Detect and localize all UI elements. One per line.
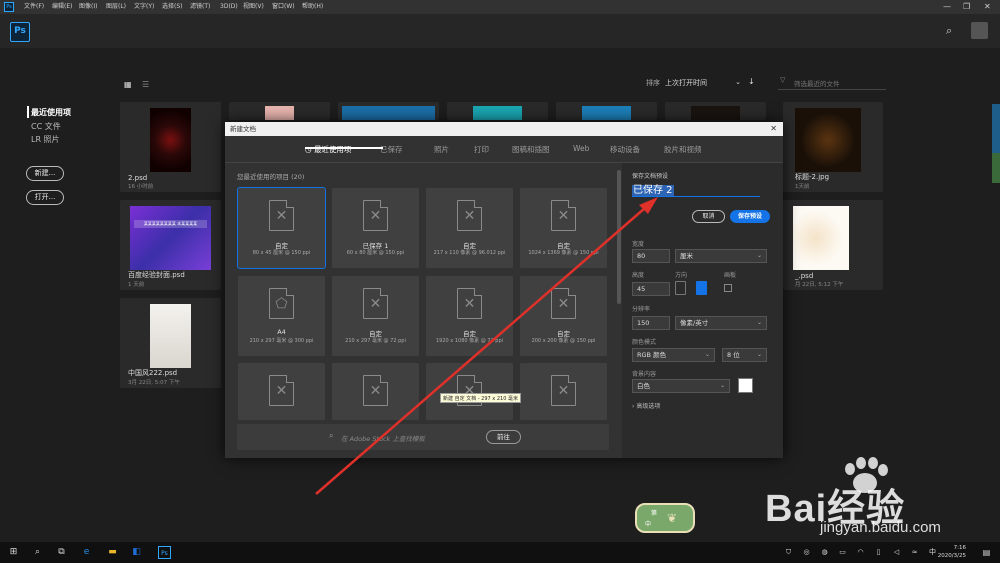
tray-icon[interactable]: ▭ bbox=[836, 546, 849, 559]
photoshop-taskbar-icon[interactable]: Ps bbox=[158, 546, 171, 559]
search-icon[interactable]: ⌕ bbox=[31, 546, 44, 559]
volume-icon[interactable]: ◁ bbox=[890, 546, 903, 559]
arrow-shaft bbox=[315, 207, 646, 495]
notifications-icon[interactable]: ▤ bbox=[980, 546, 993, 559]
taskbar: ⊞ ⌕ ⧉ e ▬ ◧ Ps ⛉ ◎ ◍ ▭ ◠ ▯ ◁ ≈ 中 7:16 20… bbox=[0, 542, 1000, 563]
system-tray-icons[interactable]: ⛉ bbox=[782, 546, 795, 559]
watermark-url: jingyan.baidu.com bbox=[820, 519, 941, 536]
badge-text: 第 bbox=[651, 510, 658, 517]
leaf-icon: ❦ bbox=[667, 511, 678, 525]
microphone-icon[interactable]: ◍ bbox=[818, 546, 831, 559]
task-view-icon[interactable]: ⧉ bbox=[55, 546, 68, 559]
battery-icon[interactable]: ▯ bbox=[872, 546, 885, 559]
badge-text: 中 bbox=[645, 521, 652, 528]
windows-start-icon[interactable]: ⊞ bbox=[7, 546, 20, 559]
clock-date: 2020/3/25 bbox=[937, 553, 966, 559]
file-explorer-icon[interactable]: ▬ bbox=[106, 546, 119, 559]
sticker-badge: 第 中 ❦ bbox=[635, 503, 695, 533]
app-icon[interactable]: ◧ bbox=[130, 546, 143, 559]
clock[interactable]: 7:16 2020/3/25 bbox=[938, 544, 966, 560]
clock-time: 7:16 bbox=[953, 545, 966, 551]
wifi-icon[interactable]: ≈ bbox=[908, 546, 921, 559]
network-icon[interactable]: ◠ bbox=[854, 546, 867, 559]
tray-icon[interactable]: ◎ bbox=[800, 546, 813, 559]
edge-browser-icon[interactable]: e bbox=[80, 546, 93, 559]
